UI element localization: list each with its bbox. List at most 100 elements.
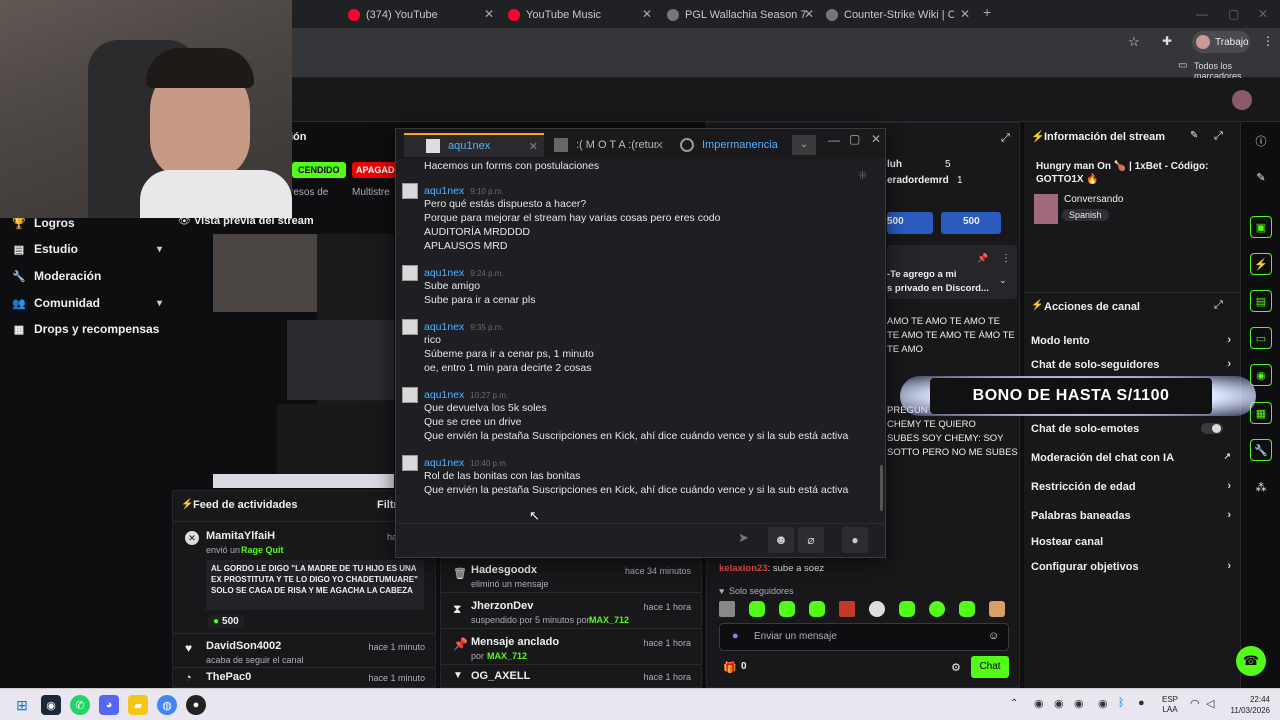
wrench-icon[interactable]: 🔧 — [1250, 439, 1272, 461]
profile-button[interactable]: Trabajo — [1192, 31, 1250, 53]
close-icon[interactable]: ✕ — [655, 139, 664, 152]
emote-icon[interactable] — [719, 601, 735, 617]
wifi-icon[interactable]: ◠ — [1190, 697, 1200, 710]
close-window-icon[interactable]: ✕ — [1258, 7, 1268, 21]
popout-icon[interactable]: ⤢ — [1001, 132, 1010, 145]
emote-icon[interactable] — [749, 601, 765, 617]
popout-icon[interactable]: ⤢ — [1214, 299, 1223, 312]
info-icon[interactable]: ⓘ — [1250, 130, 1272, 152]
dm-tab-mota[interactable]: :( M O T A :(return ✕ — [548, 133, 668, 157]
discord-icon[interactable]: ◕ — [99, 695, 119, 715]
emote-icon[interactable] — [959, 601, 975, 617]
chevron-down-icon[interactable]: ⌄ — [999, 275, 1007, 286]
popout-icon[interactable]: ⤢ — [1214, 130, 1223, 143]
bluetooth-icon[interactable]: ᛒ — [1118, 697, 1125, 709]
microphone-icon[interactable]: ● — [1138, 697, 1145, 709]
windows-start-icon[interactable]: ⊞ — [12, 695, 32, 715]
close-tab-icon[interactable]: ✕ — [804, 7, 814, 21]
emote-icon[interactable] — [869, 601, 885, 617]
clock[interactable]: 22:44 11/03/2026 — [1226, 694, 1270, 716]
sidebar-item-comunidad[interactable]: 👥 Comunidad ▾ — [12, 296, 162, 310]
apps-icon[interactable]: ⁂ — [1250, 476, 1272, 498]
volume-icon[interactable]: ◁ — [1206, 697, 1214, 710]
attachment-icon[interactable]: ⌀ — [798, 527, 824, 553]
dm-message-input[interactable] — [402, 527, 762, 553]
close-window-icon[interactable]: ✕ — [871, 132, 881, 146]
emote-icon[interactable] — [899, 601, 915, 617]
action-set-goals[interactable]: Configurar objetivos › — [1031, 560, 1231, 573]
maximize-icon[interactable]: ▢ — [1228, 7, 1239, 21]
tray-icon[interactable]: ◉ — [1054, 697, 1064, 710]
category-label[interactable]: Conversando — [1064, 194, 1123, 205]
chevron-up-icon[interactable]: ⌃ — [1010, 698, 1018, 709]
close-tab-icon[interactable]: ✕ — [960, 7, 970, 21]
bolt-icon[interactable]: ⚡ — [1250, 253, 1272, 275]
action-banned-words[interactable]: Palabras baneadas › — [1031, 509, 1231, 522]
action-ai-moderation[interactable]: Moderación del chat con IA ↗ — [1031, 451, 1231, 464]
edit-icon[interactable]: ✎ — [1190, 130, 1198, 141]
tab-youtube-music[interactable]: YouTube Music — [508, 4, 638, 26]
sidebar-item-moderacion[interactable]: 🔧 Moderación — [12, 269, 162, 283]
emote-icon[interactable] — [839, 601, 855, 617]
close-icon[interactable]: ✕ — [529, 140, 538, 153]
extensions-icon[interactable]: ✚ — [1162, 34, 1172, 48]
menu-icon[interactable]: ⋮ — [1262, 34, 1274, 48]
microphone-icon[interactable]: ● — [842, 527, 868, 553]
pin-icon[interactable]: ⁜ — [858, 169, 867, 182]
broadcast-icon[interactable]: ◉ — [1250, 364, 1272, 386]
emoji-icon[interactable]: ☻ — [768, 527, 794, 553]
emote-icon[interactable] — [809, 601, 825, 617]
sidebar-item-estudio[interactable]: ▤ Estudio ▾ — [12, 242, 162, 256]
tray-icon[interactable]: ◉ — [1098, 697, 1108, 710]
pinned-message[interactable]: 📌 ⋮ -Te agrego a mi s privado en Discord… — [887, 245, 1017, 299]
close-tab-icon[interactable]: ✕ — [484, 7, 494, 21]
action-age-restriction[interactable]: Restricción de edad › — [1031, 480, 1231, 493]
dm-tab-impermanencia[interactable]: Impermanencia — [674, 133, 790, 157]
gear-icon[interactable]: ⚙ — [951, 661, 961, 674]
capture-icon[interactable]: ▣ — [1250, 216, 1272, 238]
new-tab-icon[interactable]: + — [983, 4, 991, 20]
tab-cs-wiki[interactable]: Counter-Strike Wiki | CS2 | Liq — [826, 4, 954, 26]
chat-input[interactable]: ● Enviar un mensaje ☺ — [719, 623, 1009, 651]
emote-icon[interactable] — [779, 601, 795, 617]
document-icon[interactable]: ▤ — [1250, 290, 1272, 312]
send-icon[interactable]: ➤ — [738, 530, 749, 546]
microphone-icon[interactable]: ● — [732, 630, 739, 642]
chrome-icon[interactable]: ◍ — [157, 695, 177, 715]
tab-pgl[interactable]: PGL Wallachia Season 7 - Liqui — [667, 4, 807, 26]
dm-tab-aqu1nex[interactable]: aqu1nex ✕ — [404, 133, 544, 157]
emoji-icon[interactable]: ☺ — [988, 630, 999, 642]
emote-icon[interactable] — [929, 601, 945, 617]
status-live-badge[interactable]: CENDIDO — [292, 162, 346, 178]
folder-icon[interactable]: ▰ — [128, 695, 148, 715]
sidebar-item-drops[interactable]: ▦ Drops y recompensas — [12, 322, 162, 336]
chat-bubble-icon[interactable]: ▭ — [1250, 327, 1272, 349]
more-icon[interactable]: ⋮ — [1001, 253, 1011, 264]
star-icon[interactable]: ☆ — [1128, 34, 1140, 50]
steam-icon[interactable]: ◉ — [41, 695, 61, 715]
user-avatar[interactable] — [1232, 90, 1252, 110]
app-icon[interactable]: ● — [186, 695, 206, 715]
emotes-only-toggle[interactable] — [1201, 423, 1223, 434]
stream-preview-video[interactable] — [213, 234, 394, 488]
send-chat-button[interactable]: Chat — [971, 656, 1009, 678]
pencil-icon[interactable]: ✎ — [1250, 166, 1272, 188]
emote-icon[interactable] — [989, 601, 1005, 617]
close-tab-icon[interactable]: ✕ — [642, 7, 652, 21]
whatsapp-icon[interactable]: ✆ — [70, 695, 90, 715]
tab-youtube[interactable]: (374) YouTube — [348, 4, 478, 26]
support-button[interactable]: ☎ — [1236, 646, 1266, 676]
minimize-icon[interactable]: — — [1196, 7, 1208, 21]
pin-icon[interactable]: 📌 — [977, 253, 988, 264]
maximize-icon[interactable]: ▢ — [849, 132, 860, 146]
sidebar-item-logros[interactable]: 🏆 Logros — [12, 216, 162, 230]
action-host-channel[interactable]: Hostear canal — [1031, 536, 1231, 548]
action-emotes-only[interactable]: Chat de solo-emotes — [1031, 423, 1231, 435]
tray-icon[interactable]: ◉ — [1074, 697, 1084, 710]
tray-icon[interactable]: ◉ — [1034, 697, 1044, 710]
minimize-icon[interactable]: — — [828, 133, 840, 147]
language-indicator[interactable]: ESP LAA — [1162, 695, 1178, 715]
scrollbar[interactable] — [880, 465, 883, 511]
chevron-down-icon[interactable]: ⌄ — [792, 135, 816, 155]
action-followers-only[interactable]: Chat de solo-seguidores › — [1031, 358, 1231, 371]
